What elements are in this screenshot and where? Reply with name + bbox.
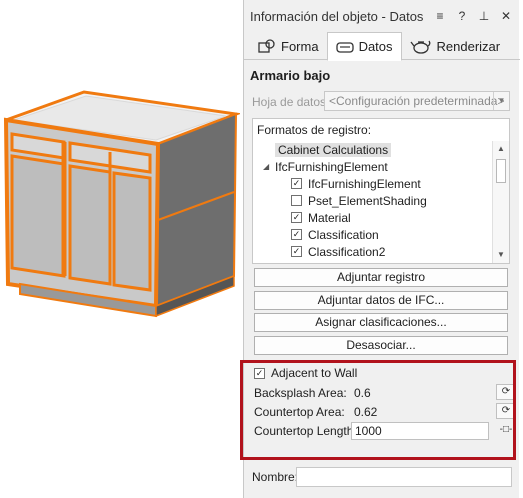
record-formats-box: Formatos de registro: Cabinet Calculatio… [252, 118, 510, 264]
tab-renderizar[interactable]: Renderizar [402, 32, 509, 60]
name-input[interactable] [296, 467, 512, 487]
palette-titlebar: Información del objeto - Datos ≡ ? ⊥ ✕ [244, 0, 520, 32]
palette-title: Información del objeto - Datos [250, 8, 424, 24]
tab-datos[interactable]: Datos [326, 32, 402, 61]
highlight-box [240, 360, 516, 460]
checkbox[interactable]: ✓ [291, 246, 302, 257]
render-teapot-icon [410, 40, 430, 54]
object-name: Armario bajo [250, 68, 331, 83]
datasheet-value: <Configuración predeterminada> [329, 94, 505, 108]
list-item[interactable]: Cabinet Calculations [255, 141, 487, 158]
list-item[interactable]: ✓ IfcFurnishingElement [255, 175, 487, 192]
expander-icon[interactable]: ◢ [263, 162, 275, 171]
datasheet-label: Hoja de datos: [252, 95, 330, 109]
pin-icon[interactable]: ⊥ [476, 8, 492, 24]
attach-record-button[interactable]: Adjuntar registro [254, 268, 508, 287]
checkbox[interactable]: ✓ [291, 212, 302, 223]
help-icon[interactable]: ? [454, 8, 470, 24]
attach-ifc-button[interactable]: Adjuntar datos de IFC... [254, 291, 508, 310]
tab-datos-label: Datos [358, 39, 393, 54]
list-item[interactable]: ✓ Classification [255, 226, 487, 243]
datasheet-select[interactable]: <Configuración predeterminada> ▼ [324, 91, 510, 111]
checkbox[interactable] [291, 195, 302, 206]
shape-icon [258, 39, 275, 53]
scroll-thumb[interactable] [496, 159, 506, 183]
vertical-scrollbar[interactable]: ▲ ▼ [492, 141, 509, 263]
cabinet-3d-model[interactable] [0, 80, 240, 330]
assign-classifications-button[interactable]: Asignar clasificaciones... [254, 313, 508, 332]
list-item[interactable]: ✓ Classification2 [255, 243, 487, 260]
tab-forma-label: Forma [281, 38, 319, 54]
tab-renderizar-label: Renderizar [436, 38, 501, 54]
close-icon[interactable]: ✕ [498, 8, 514, 24]
list-item[interactable]: ✓ Material [255, 209, 487, 226]
checkbox[interactable]: ✓ [291, 178, 302, 189]
scroll-down-icon[interactable]: ▼ [493, 247, 509, 263]
drawing-viewport[interactable] [0, 0, 243, 498]
scroll-up-icon[interactable]: ▲ [493, 141, 509, 157]
palette-tabs: Forma Datos Renderizar [244, 32, 520, 61]
tab-forma[interactable]: Forma [250, 32, 327, 60]
menu-icon[interactable]: ≡ [432, 8, 448, 24]
chevron-down-icon: ▼ [493, 92, 509, 110]
list-item[interactable]: ◢ IfcFurnishingElement [255, 158, 487, 175]
detach-button[interactable]: Desasociar... [254, 336, 508, 355]
record-formats-tree[interactable]: Cabinet Calculations ◢ IfcFurnishingElem… [255, 141, 487, 263]
list-item[interactable]: Pset_ElementShading [255, 192, 487, 209]
record-formats-title: Formatos de registro: [257, 123, 372, 137]
name-label: Nombre: [252, 470, 299, 484]
data-icon [335, 41, 354, 53]
checkbox[interactable]: ✓ [291, 229, 302, 240]
